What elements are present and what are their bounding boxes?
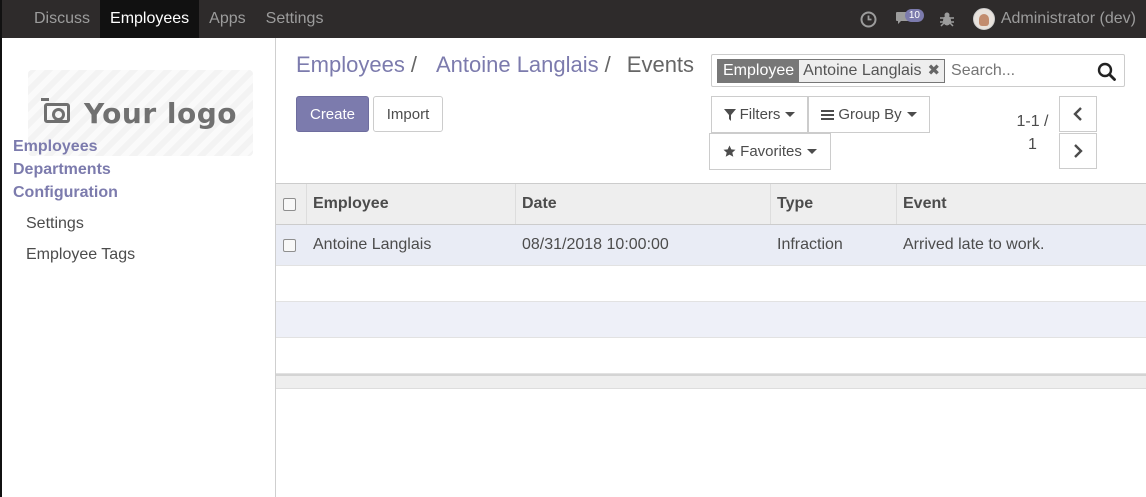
- chevron-right-icon: [1074, 144, 1083, 158]
- pager-value[interactable]: 1-1 / 1: [1010, 110, 1055, 156]
- create-button[interactable]: Create: [296, 96, 369, 132]
- search-facet: Employee Antoine Langlais ✖: [717, 58, 946, 83]
- menu-settings[interactable]: Settings: [256, 0, 334, 38]
- app-menu: Discuss Employees Apps Settings: [24, 0, 333, 38]
- import-button[interactable]: Import: [373, 96, 443, 132]
- pager-total: 1: [1028, 136, 1037, 153]
- breadcrumb-employee[interactable]: Antoine Langlais: [436, 52, 599, 78]
- sidebar-nav: Employees Departments Configuration Sett…: [13, 135, 135, 270]
- cell-event: Arrived late to work.: [903, 236, 1045, 253]
- breadcrumb-separator: /: [604, 52, 611, 77]
- group-by-dropdown[interactable]: Group By: [808, 96, 930, 133]
- cell-type: Infraction: [777, 236, 843, 253]
- row-checkbox[interactable]: [283, 238, 296, 252]
- chevron-down-icon: [785, 112, 796, 117]
- user-menu[interactable]: Administrator (dev): [1001, 10, 1136, 28]
- select-all-checkbox[interactable]: [283, 197, 296, 211]
- debug-bug-icon[interactable]: [939, 11, 955, 27]
- empty-row: [276, 338, 1146, 374]
- facet-label: Employee: [718, 59, 800, 82]
- filter-icon: [723, 108, 736, 121]
- pager-previous-button[interactable]: [1059, 96, 1097, 132]
- menu-discuss[interactable]: Discuss: [24, 0, 100, 38]
- cell-date: 08/31/2018 10:00:00: [522, 236, 669, 253]
- pager-range: 1-1 /: [1016, 113, 1049, 130]
- sidebar-section-configuration: Configuration: [13, 184, 118, 201]
- sidebar-item-employee-tags[interactable]: Employee Tags: [13, 239, 135, 270]
- facet-value: Antoine Langlais ✖: [799, 59, 945, 82]
- column-header-event[interactable]: Event: [897, 184, 1146, 224]
- messages-count-badge: 10: [904, 9, 924, 22]
- column-header-date[interactable]: Date: [516, 184, 771, 224]
- group-by-label: Group By: [838, 106, 902, 123]
- camera-icon: [40, 98, 70, 123]
- empty-row: [276, 266, 1146, 302]
- chevron-left-icon: [1073, 107, 1082, 121]
- chevron-down-icon: [806, 149, 817, 154]
- top-navbar: Discuss Employees Apps Settings 10 Admin…: [0, 0, 1146, 38]
- cell-employee: Antoine Langlais: [313, 236, 432, 253]
- activity-clock-icon[interactable]: [860, 11, 877, 28]
- list-icon: [821, 109, 835, 121]
- events-list-table: Employee Date Type Event Antoine Langlai…: [276, 183, 1146, 374]
- systray: 10 Administrator (dev): [860, 0, 1136, 38]
- breadcrumb: Employees / Antoine Langlais / Events: [296, 52, 694, 78]
- row-select-cell: [276, 225, 307, 265]
- breadcrumb-separator: /: [410, 52, 417, 77]
- table-row[interactable]: Antoine Langlais 08/31/2018 10:00:00 Inf…: [276, 225, 1146, 266]
- filters-label: Filters: [739, 106, 781, 123]
- star-icon: [723, 145, 736, 158]
- favorites-dropdown[interactable]: Favorites: [709, 133, 831, 170]
- page-title: Events: [626, 52, 695, 77]
- sidebar-item-departments[interactable]: Departments: [13, 158, 135, 181]
- favorites-label: Favorites: [740, 143, 802, 160]
- table-header: Employee Date Type Event: [276, 183, 1146, 225]
- column-header-type[interactable]: Type: [771, 184, 897, 224]
- pager-next-button[interactable]: [1059, 133, 1097, 169]
- messages-icon[interactable]: 10: [895, 9, 924, 27]
- search-input[interactable]: [951, 61, 1092, 80]
- menu-employees[interactable]: Employees: [100, 0, 200, 38]
- search-icon[interactable]: [1097, 62, 1116, 86]
- logo-text: Your logo: [83, 96, 238, 130]
- table-footer: [276, 374, 1146, 389]
- empty-row: [276, 302, 1146, 338]
- select-all-cell: [276, 184, 307, 224]
- column-header-employee[interactable]: Employee: [307, 184, 516, 224]
- search-bar: Employee Antoine Langlais ✖: [711, 54, 1125, 87]
- menu-apps[interactable]: Apps: [199, 0, 255, 38]
- sidebar: Your logo Employees Departments Configur…: [0, 38, 276, 497]
- sidebar-item-settings[interactable]: Settings: [13, 208, 135, 239]
- chevron-down-icon: [906, 112, 917, 117]
- remove-facet-icon[interactable]: ✖: [927, 60, 940, 82]
- user-avatar[interactable]: [972, 8, 995, 30]
- filters-dropdown[interactable]: Filters: [711, 96, 808, 133]
- breadcrumb-employees[interactable]: Employees: [296, 52, 405, 78]
- facet-value-text: Antoine Langlais: [803, 61, 922, 79]
- sidebar-item-employees[interactable]: Employees: [13, 135, 135, 158]
